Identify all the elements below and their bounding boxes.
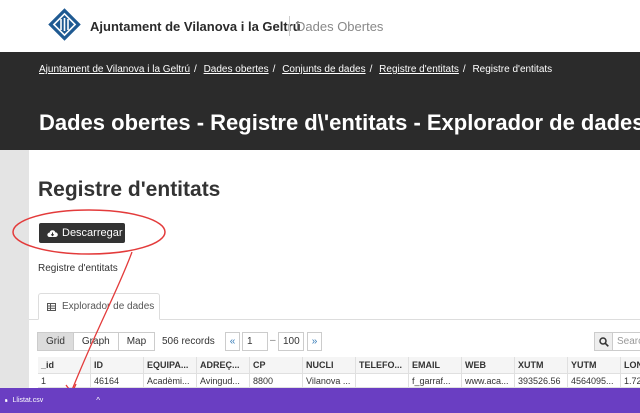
record-count: 506 records <box>162 336 215 347</box>
breadcrumb-separator: / <box>462 64 466 75</box>
view-map-button[interactable]: Map <box>117 332 156 351</box>
grid-column-header[interactable]: ID <box>91 357 144 374</box>
breadcrumb-link-dataset[interactable]: Registre d'entitats <box>379 64 459 75</box>
grid-cell: f_garraf... <box>409 374 462 388</box>
breadcrumb-separator: / <box>272 64 276 75</box>
grid-cell: 393526.56 <box>515 374 568 388</box>
hero-banner: Ajuntament de Vilanova i la Geltrú / Dade… <box>0 52 640 150</box>
site-name[interactable]: Ajuntament de Vilanova i la Geltrú <box>90 19 301 34</box>
grid-cell: Avingud... <box>197 374 250 388</box>
grid-column-header[interactable]: YUTM <box>568 357 621 374</box>
grid-cell: 1.72 <box>621 374 640 388</box>
top-bar: Ajuntament de Vilanova i la Geltrú Dades… <box>0 0 640 52</box>
grid-column-header[interactable]: WEB <box>462 357 515 374</box>
data-grid: _id ID EQUIPA... ADREÇ... CP NUCLI TELEFO... EM… <box>38 357 640 388</box>
view-graph-button[interactable]: Graph <box>72 332 119 351</box>
breadcrumb-link-ajuntament[interactable]: Ajuntament de Vilanova i la Geltrú <box>39 64 190 75</box>
file-icon <box>5 399 8 402</box>
grid-cell: www.aca... <box>462 374 515 388</box>
grid-header-row: _id ID EQUIPA... ADREÇ... CP NUCLI TELEFO... EM… <box>38 357 640 374</box>
grid-column-header[interactable]: ADREÇ... <box>197 357 250 374</box>
grid-cell <box>356 374 409 388</box>
resource-card: Registre d'entitats Descarregar Registre… <box>29 150 640 388</box>
table-icon <box>47 302 56 311</box>
left-gutter <box>0 150 29 388</box>
download-bar: Llistat.csv ^ <box>0 388 640 413</box>
downloaded-file-name: Llistat.csv <box>12 397 44 404</box>
grid-column-header[interactable]: LON <box>621 357 640 374</box>
breadcrumb-link-conjunts[interactable]: Conjunts de dades <box>282 64 365 75</box>
breadcrumb-separator: / <box>194 64 197 75</box>
breadcrumb-current: Registre d'entitats <box>472 64 553 75</box>
pager-dash: – <box>270 335 276 346</box>
view-switcher: Grid Graph Map <box>37 332 156 351</box>
tab-data-explorer[interactable]: Explorador de dades <box>38 293 160 320</box>
table-row[interactable]: 1 46164 Acadèmi... Avingud... 8800 Vilanova .… <box>38 374 640 388</box>
grid-column-header[interactable]: CP <box>250 357 303 374</box>
chevron-up-icon[interactable]: ^ <box>96 396 100 405</box>
downloaded-file-item[interactable]: Llistat.csv ^ <box>0 388 100 413</box>
grid-cell: Vilanova ... <box>303 374 356 388</box>
tab-label: Explorador de dades <box>62 301 155 312</box>
cloud-download-icon <box>47 229 58 237</box>
grid-cell: 1 <box>38 374 91 388</box>
breadcrumb: Ajuntament de Vilanova i la Geltrú / Dade… <box>39 64 552 75</box>
resource-description: Registre d'entitats <box>38 263 118 274</box>
pager-next-button[interactable]: » <box>307 332 322 351</box>
download-button[interactable]: Descarregar <box>39 223 125 243</box>
search-input[interactable]: Search <box>612 332 640 351</box>
breadcrumb-separator: / <box>369 64 373 75</box>
grid-cell: Acadèmi... <box>144 374 197 388</box>
grid-column-header[interactable]: NUCLI <box>303 357 356 374</box>
view-grid-button[interactable]: Grid <box>37 332 74 351</box>
page-title: Dades obertes - Registre d\'entitats - E… <box>39 110 640 135</box>
municipality-logo-icon[interactable] <box>48 8 81 41</box>
pager-from-input[interactable]: 1 <box>242 332 268 351</box>
grid-cell: 4564095... <box>568 374 621 388</box>
resource-title: Registre d'entitats <box>38 178 221 201</box>
grid-column-header[interactable]: _id <box>38 357 91 374</box>
breadcrumb-link-dades-obertes[interactable]: Dades obertes <box>204 64 269 75</box>
header-divider <box>289 16 290 36</box>
download-label: Descarregar <box>62 227 123 239</box>
grid-cell: 8800 <box>250 374 303 388</box>
grid-column-header[interactable]: EMAIL <box>409 357 462 374</box>
pager-prev-button[interactable]: « <box>225 332 240 351</box>
site-subtitle[interactable]: Dades Obertes <box>296 19 383 34</box>
search-icon <box>598 336 609 347</box>
grid-cell: 46164 <box>91 374 144 388</box>
pager-to-input[interactable]: 100 <box>278 332 304 351</box>
grid-column-header[interactable]: TELEFO... <box>356 357 409 374</box>
grid-column-header[interactable]: EQUIPA... <box>144 357 197 374</box>
grid-column-header[interactable]: XUTM <box>515 357 568 374</box>
search-button[interactable] <box>594 332 613 351</box>
